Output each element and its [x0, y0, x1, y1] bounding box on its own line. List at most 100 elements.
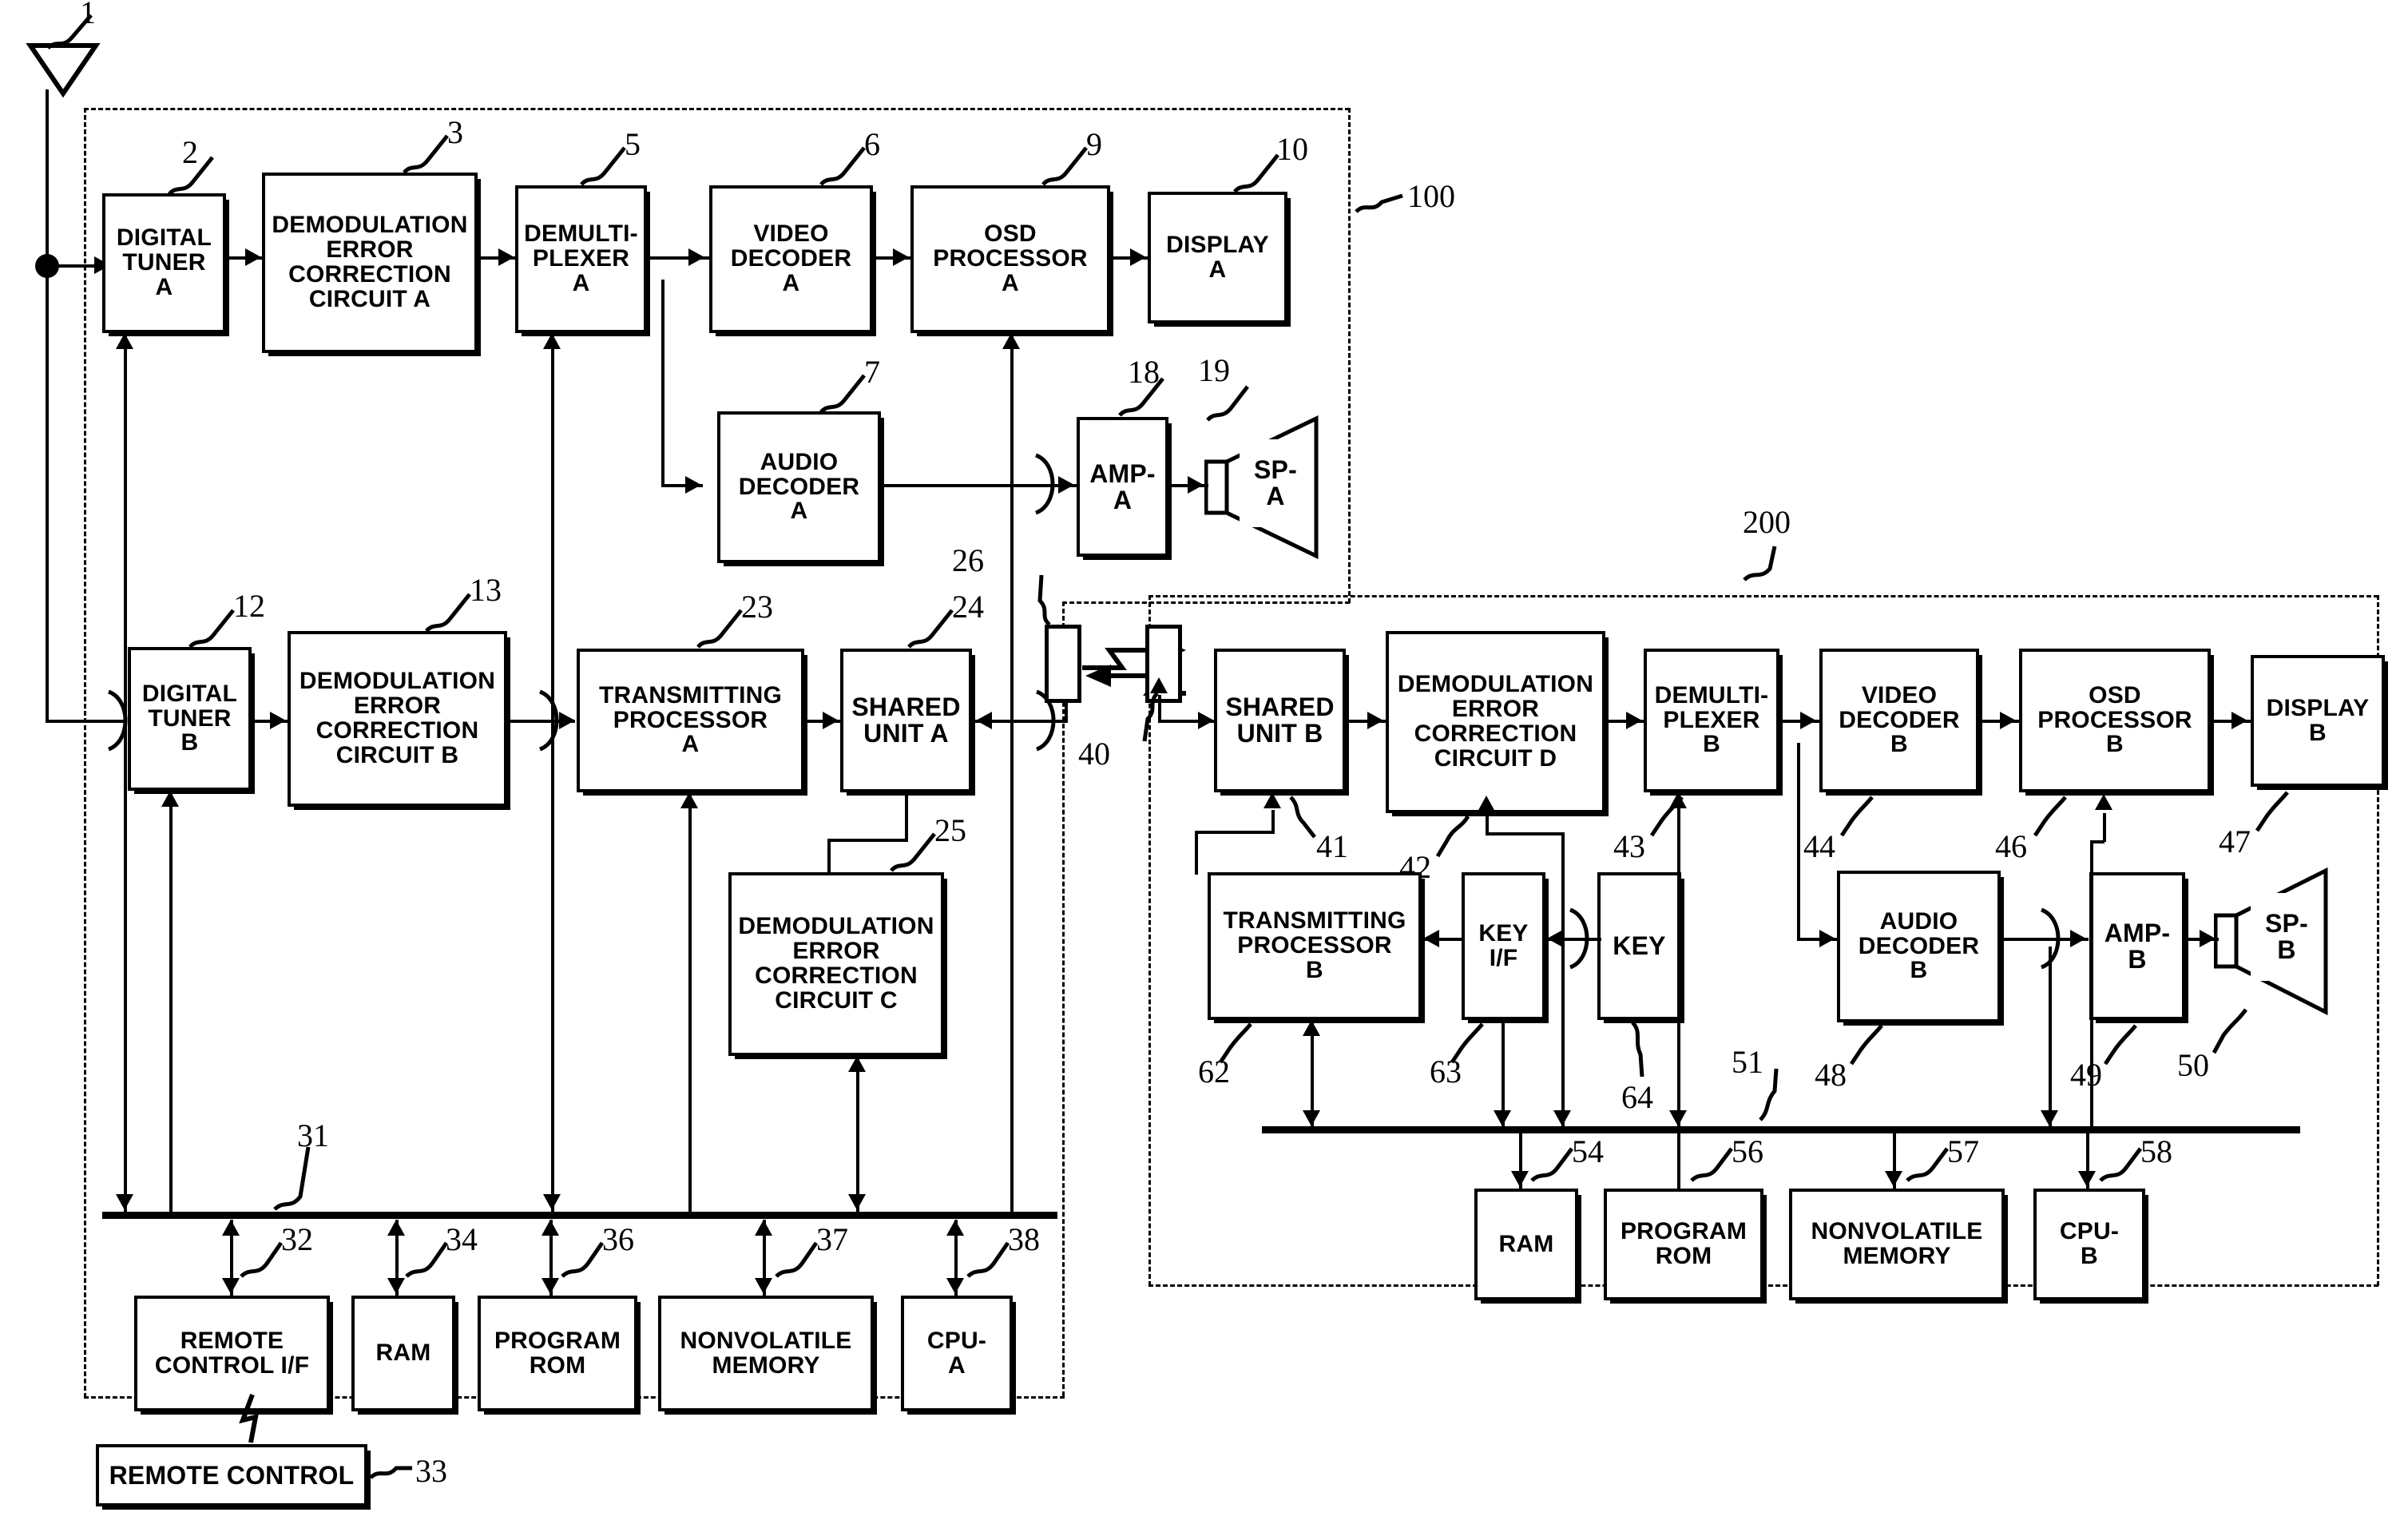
- demod-a-line2: ERROR: [326, 236, 414, 264]
- shared-unit-b-line2: UNIT B: [1236, 719, 1323, 748]
- shared-unit-a-line2: UNIT A: [863, 719, 949, 748]
- block-osd-processor-a[interactable]: OSD PROCESSOR A: [910, 185, 1110, 333]
- remote-control-if-line1: REMOTE: [180, 1327, 284, 1354]
- demod-d-line1: DEMODULATION: [1397, 671, 1594, 698]
- osd-processor-a-line2: PROCESSOR: [933, 245, 1088, 272]
- block-demod-c[interactable]: DEMODULATION ERROR CORRECTION CIRCUIT C: [728, 872, 944, 1056]
- block-video-decoder-b[interactable]: VIDEO DECODER B: [1819, 649, 1979, 792]
- amp-a-line1: AMP-: [1089, 458, 1156, 488]
- block-demod-b[interactable]: DEMODULATION ERROR CORRECTION CIRCUIT B: [288, 631, 507, 807]
- audio-decoder-a-line3: A: [790, 498, 808, 525]
- lead-line-40: [1142, 692, 1159, 742]
- block-nonvolatile-a[interactable]: NONVOLATILE MEMORY: [658, 1296, 874, 1411]
- demux-a-line1: DEMULTI-: [524, 220, 638, 248]
- numeral-54: 54: [1572, 1133, 1604, 1169]
- block-tx-processor-b[interactable]: TRANSMITTING PROCESSOR B: [1208, 872, 1422, 1020]
- wire-txb-to-sharedb-vert: [1195, 831, 1198, 875]
- enclosure-100-left: [84, 108, 86, 1398]
- block-osd-processor-b[interactable]: OSD PROCESSOR B: [2019, 649, 2211, 792]
- lead-line-50: [2212, 1008, 2248, 1054]
- tx-processor-a-line2: PROCESSOR: [613, 706, 768, 733]
- arrow-demod-c-to-bus: [848, 1194, 866, 1210]
- video-decoder-a-line2: DECODER: [730, 245, 852, 272]
- wire-audiob-to-busb: [2049, 947, 2052, 1129]
- block-cpu-a[interactable]: CPU- A: [901, 1296, 1013, 1411]
- block-key[interactable]: KEY: [1597, 872, 1681, 1020]
- audio-decoder-a-line2: DECODER: [738, 473, 860, 500]
- block-ram-a[interactable]: RAM: [351, 1296, 455, 1411]
- demod-d-line3: CORRECTION: [1414, 720, 1577, 747]
- block-demod-d[interactable]: DEMODULATION ERROR CORRECTION CIRCUIT D: [1386, 631, 1605, 813]
- lead-line-26: [1037, 574, 1051, 626]
- audio-decoder-b-line3: B: [1910, 957, 1928, 984]
- block-shared-unit-b[interactable]: SHARED UNIT B: [1214, 649, 1346, 792]
- block-program-rom-b[interactable]: PROGRAM ROM: [1604, 1189, 1763, 1300]
- block-digital-tuner-a[interactable]: DIGITAL TUNER A: [102, 193, 226, 333]
- block-demux-b[interactable]: DEMULTI- PLEXER B: [1644, 649, 1779, 792]
- arrow-audio-a-to-amp-a: [1058, 476, 1074, 494]
- wire-tx-a-to-bus: [688, 792, 692, 1212]
- block-demux-a[interactable]: DEMULTI- PLEXER A: [515, 185, 647, 333]
- block-ram-b[interactable]: RAM: [1474, 1189, 1578, 1300]
- arrow-busb-to-txb: [1303, 1020, 1320, 1036]
- demod-d-line2: ERROR: [1451, 696, 1540, 723]
- video-decoder-b-line3: B: [1890, 731, 1908, 758]
- wire-tuner-a-to-bus: [124, 333, 127, 1212]
- numeral-58: 58: [2140, 1133, 2172, 1169]
- tx-processor-a-line3: A: [681, 731, 700, 758]
- wire-ant40-vert: [1158, 695, 1161, 720]
- block-program-rom-a[interactable]: PROGRAM ROM: [478, 1296, 637, 1411]
- display-a-line2: A: [1208, 256, 1227, 283]
- numeral-100: 100: [1407, 178, 1455, 214]
- demod-c-line4: CIRCUIT C: [775, 986, 898, 1014]
- numeral-6: 6: [864, 126, 880, 162]
- numeral-12: 12: [233, 588, 265, 624]
- block-display-a[interactable]: DISPLAY A: [1148, 192, 1287, 323]
- block-display-b[interactable]: DISPLAY B: [2251, 655, 2385, 787]
- arrow-demod-b-to-tx-a: [559, 712, 575, 729]
- shared-unit-b-line1: SHARED: [1225, 693, 1335, 722]
- wire-demodd-to-busb: [1561, 832, 1565, 1128]
- block-tx-processor-a[interactable]: TRANSMITTING PROCESSOR A: [577, 649, 804, 792]
- block-amp-b[interactable]: AMP- B: [2089, 872, 2185, 1020]
- numeral-44: 44: [1803, 828, 1835, 864]
- key-if-line1: KEY: [1478, 919, 1529, 947]
- wire-hop-tuner-b: [107, 689, 128, 752]
- numeral-23: 23: [741, 589, 773, 625]
- cpu-b-line2: B: [2081, 1243, 2098, 1269]
- arrow-bus-to-tuner-a: [116, 333, 133, 349]
- block-digital-tuner-b[interactable]: DIGITAL TUNER B: [128, 647, 252, 791]
- block-cpu-b[interactable]: CPU- B: [2033, 1189, 2145, 1300]
- block-demod-a[interactable]: DEMODULATION ERROR CORRECTION CIRCUIT A: [262, 173, 478, 353]
- remote-control-if-line2: CONTROL I/F: [154, 1351, 310, 1379]
- block-amp-a[interactable]: AMP- A: [1077, 417, 1168, 557]
- video-decoder-b-line2: DECODER: [1839, 706, 1960, 733]
- block-audio-decoder-a[interactable]: AUDIO DECODER A: [717, 411, 881, 563]
- demux-b-line3: B: [1703, 731, 1720, 758]
- audio-decoder-b-line1: AUDIO: [1879, 907, 1958, 935]
- numeral-25: 25: [934, 812, 966, 848]
- block-key-if[interactable]: KEY I/F: [1462, 872, 1545, 1020]
- bus-a: [102, 1212, 1057, 1219]
- block-shared-unit-a[interactable]: SHARED UNIT A: [840, 649, 972, 792]
- numeral-43: 43: [1613, 828, 1645, 864]
- numeral-200: 200: [1743, 504, 1791, 540]
- wire-audio-a-to-amp-a: [881, 484, 1045, 487]
- demod-b-line4: CIRCUIT B: [335, 741, 459, 768]
- arrow-demux-b-to-audio-b: [1819, 930, 1835, 947]
- arrow-demod-a-to-demux-a: [498, 248, 514, 266]
- sp-b-line1: SP-: [2265, 909, 2308, 939]
- arrow-demux-b-to-video-b: [1800, 712, 1816, 729]
- arrow-ant26-to-shared-a: [976, 712, 992, 729]
- arrow-video-b-to-osd-b: [2000, 712, 2016, 729]
- numeral-40: 40: [1078, 736, 1110, 772]
- block-nonvolatile-b[interactable]: NONVOLATILE MEMORY: [1789, 1189, 2005, 1300]
- block-video-decoder-a[interactable]: VIDEO DECODER A: [709, 185, 873, 333]
- numeral-49: 49: [2070, 1057, 2102, 1093]
- lead-line-2: [168, 156, 214, 196]
- block-audio-decoder-b[interactable]: AUDIO DECODER B: [1837, 871, 2001, 1022]
- demod-a-line4: CIRCUIT A: [308, 285, 431, 312]
- osd-processor-a-line3: A: [1002, 269, 1019, 296]
- arrow-audiob-to-busb: [2041, 1110, 2058, 1126]
- program-rom-b-line1: PROGRAM: [1620, 1218, 1747, 1245]
